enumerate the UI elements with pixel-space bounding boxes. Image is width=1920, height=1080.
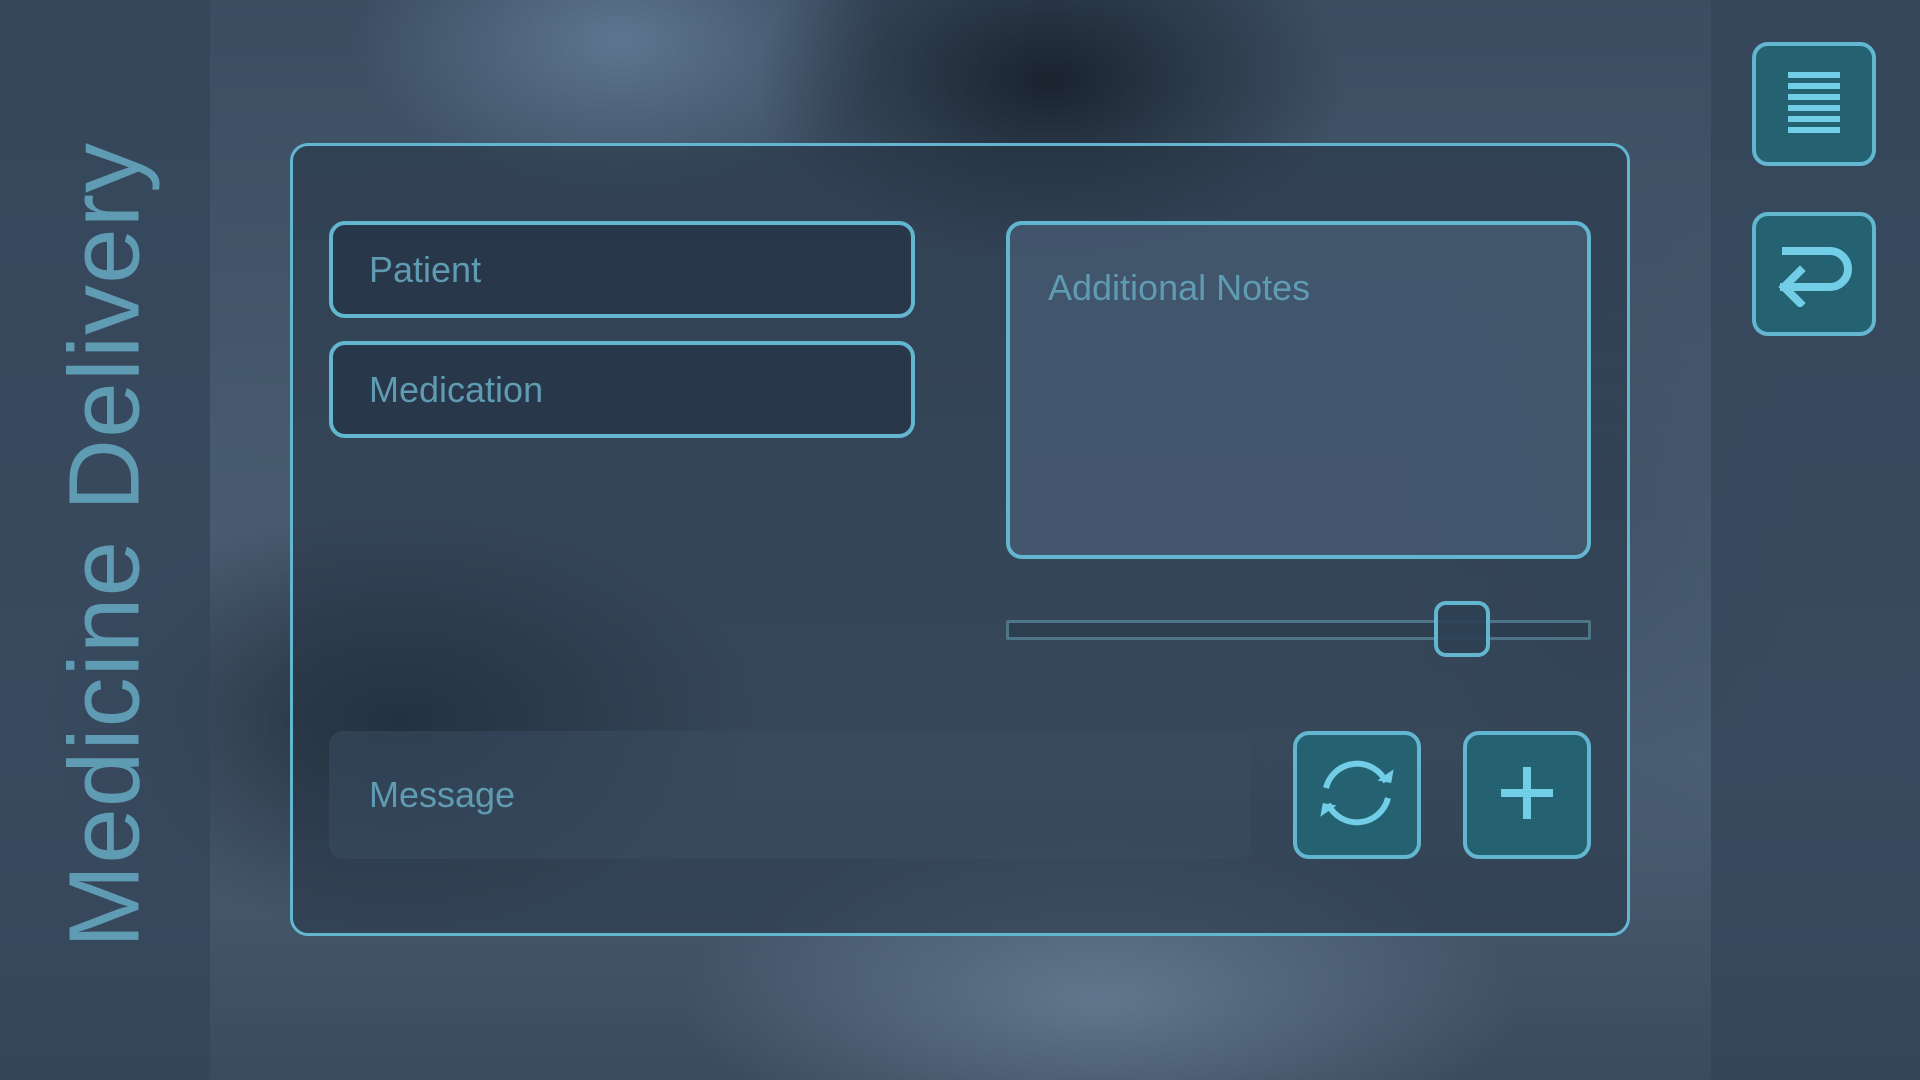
patient-input[interactable]: Patient xyxy=(329,221,915,318)
message-input[interactable]: Message xyxy=(329,731,1251,859)
slider-track[interactable] xyxy=(1006,620,1591,640)
left-sidebar: Medicine Delivery xyxy=(0,0,210,1080)
app-root: Medicine Delivery Patient Medication Add… xyxy=(0,0,1920,1080)
slider-thumb[interactable] xyxy=(1434,601,1491,657)
return-arrow-icon xyxy=(1774,237,1854,312)
medication-input[interactable]: Medication xyxy=(329,341,915,438)
medication-placeholder: Medication xyxy=(369,368,544,410)
add-button[interactable] xyxy=(1463,731,1591,859)
refresh-icon xyxy=(1312,748,1402,843)
message-placeholder: Message xyxy=(369,774,516,815)
refresh-button[interactable] xyxy=(1293,731,1421,859)
additional-notes-textarea[interactable]: Additional Notes xyxy=(1006,221,1591,559)
menu-button[interactable] xyxy=(1752,42,1876,166)
notes-placeholder: Additional Notes xyxy=(1048,267,1311,308)
patient-placeholder: Patient xyxy=(369,248,482,290)
app-title: Medicine Delivery xyxy=(48,141,161,949)
menu-lines-icon xyxy=(1786,70,1842,139)
back-button[interactable] xyxy=(1752,212,1876,336)
plus-icon xyxy=(1499,765,1555,826)
